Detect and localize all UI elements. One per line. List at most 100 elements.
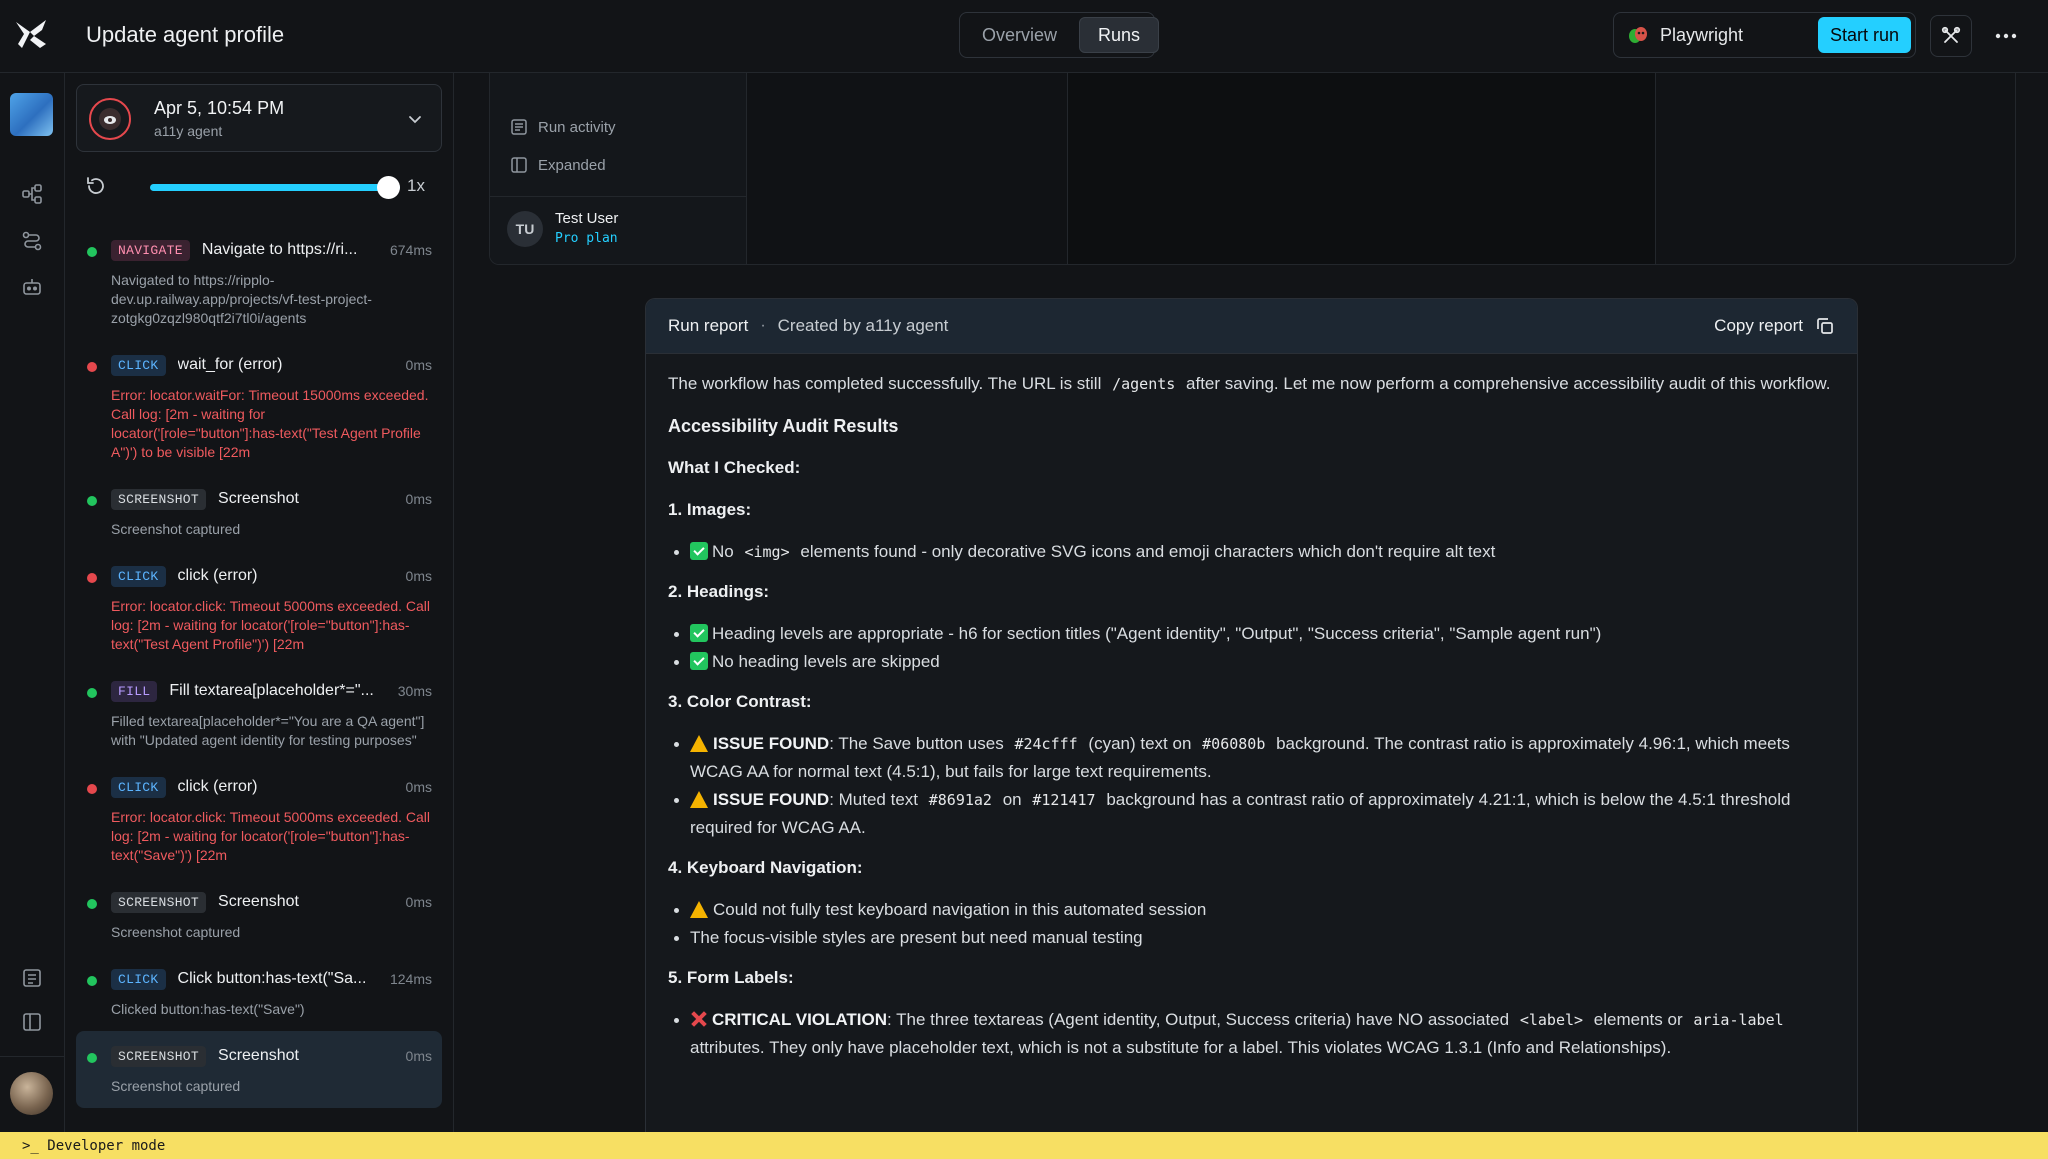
step-detail: Screenshot captured	[111, 521, 241, 537]
step-detail: Error: locator.click: Timeout 5000ms exc…	[111, 809, 431, 863]
preview-user-plan: Pro plan	[555, 231, 618, 246]
runner-selector[interactable]: Playwright Start run	[1613, 12, 1916, 58]
more-options-button[interactable]	[1988, 15, 2024, 57]
step-item[interactable]: NAVIGATE Navigate to https://ri... 674ms Na…	[76, 225, 442, 340]
step-duration: 0ms	[405, 491, 432, 507]
project-thumbnail[interactable]	[10, 93, 53, 136]
text: Could not fully test keyboard navigation…	[713, 900, 1207, 919]
step-duration: 0ms	[405, 779, 432, 795]
step-duration: 0ms	[405, 568, 432, 584]
replay-controls: 1x	[85, 173, 445, 203]
copy-icon	[1817, 318, 1833, 334]
activity-log-icon[interactable]	[21, 967, 43, 989]
report-body: The workflow has completed successfully.…	[646, 354, 1857, 1090]
report-title: Run report	[668, 316, 749, 335]
cross-icon	[690, 1010, 708, 1028]
top-bar: Update agent profile Overview Runs Playw…	[0, 0, 2048, 73]
section-form-labels: 5. Form Labels:	[668, 968, 794, 987]
step-item[interactable]: SCREENSHOT Screenshot 0ms Screenshot captur…	[76, 474, 442, 551]
heading-checked: What I Checked:	[668, 458, 801, 477]
text: The focus-visible styles are present but…	[690, 928, 1143, 947]
warning-icon	[690, 791, 708, 808]
step-status-dot	[87, 247, 97, 257]
step-item[interactable]: SCREENSHOT Screenshot 0ms Screenshot captur…	[76, 877, 442, 954]
tab-runs[interactable]: Runs	[1079, 17, 1160, 53]
step-item[interactable]: CLICK click (error) 0ms Error: locator.clic…	[76, 762, 442, 877]
run-agent-name: a11y agent	[154, 123, 223, 139]
agent-avatar-icon	[99, 108, 121, 130]
replay-progress-track[interactable]	[150, 184, 400, 191]
text: No heading levels are skipped	[712, 652, 940, 671]
step-type-badge: CLICK	[111, 354, 166, 376]
check-icon	[690, 542, 708, 560]
tools-icon	[1941, 26, 1961, 43]
app-logo-icon[interactable]	[12, 14, 52, 54]
step-name: Screenshot	[218, 1047, 299, 1064]
step-name: Click button:has-text("Sa...	[177, 970, 367, 987]
report-header: Run report · Created by a11y agent Copy …	[646, 299, 1857, 354]
step-duration: 0ms	[405, 357, 432, 373]
replay-icon[interactable]	[85, 175, 107, 197]
warning-icon	[690, 901, 708, 918]
list-item: CRITICAL VIOLATION: The three textareas …	[668, 1006, 1835, 1062]
text: elements found - only decorative SVG ico…	[800, 542, 1496, 561]
step-row: CLICK Click button:has-text("Sa... 124ms	[111, 966, 432, 992]
step-name: Screenshot	[218, 893, 299, 910]
step-item[interactable]: CLICK click (error) 0ms Error: locator.clic…	[76, 551, 442, 666]
step-name: click (error)	[177, 778, 258, 795]
step-status-dot	[87, 496, 97, 506]
step-name: Navigate to https://ri...	[201, 241, 358, 258]
playback-speed[interactable]: 1x	[407, 176, 425, 196]
view-tabs: Overview Runs	[959, 12, 1160, 58]
copy-report-label: Copy report	[1714, 316, 1803, 335]
text: No	[712, 542, 734, 561]
step-type-badge: NAVIGATE	[111, 239, 190, 261]
separator-dot: ·	[760, 317, 766, 334]
list-item: No heading levels are skipped	[668, 648, 1835, 676]
playwright-icon	[1628, 25, 1648, 45]
step-detail: Screenshot captured	[111, 924, 241, 940]
step-type-badge: SCREENSHOT	[111, 488, 207, 510]
step-item[interactable]: CLICK wait_for (error) 0ms Error: locator.w…	[76, 340, 442, 474]
user-avatar[interactable]	[10, 1072, 53, 1115]
copy-report-button[interactable]: Copy report	[1714, 316, 1835, 336]
start-run-button[interactable]: Start run	[1817, 17, 1911, 53]
step-item[interactable]: FILL Fill textarea[placeholder*="... 30ms F…	[76, 666, 442, 762]
replay-progress-handle[interactable]	[377, 176, 400, 199]
text: (cyan) text on	[1088, 734, 1192, 753]
step-row: SCREENSHOT Screenshot 0ms	[111, 486, 432, 512]
workflow-icon[interactable]	[21, 183, 43, 205]
routes-icon[interactable]	[21, 230, 43, 252]
step-status-dot	[87, 899, 97, 909]
connect-button[interactable]	[1930, 15, 1972, 57]
form-labels-list: CRITICAL VIOLATION: The three textareas …	[668, 1006, 1835, 1062]
keyboard-list: Could not fully test keyboard navigation…	[668, 896, 1835, 952]
step-status-dot	[87, 976, 97, 986]
preview-column	[747, 73, 1068, 264]
step-item[interactable]: CLICK Click button:has-text("Sa... 124ms Cl…	[76, 954, 442, 1031]
text: : Muted text	[829, 790, 919, 809]
agent-bot-icon[interactable]	[21, 276, 43, 298]
runner-label: Playwright	[1660, 24, 1744, 45]
run-selector[interactable]: Apr 5, 10:54 PM a11y agent	[76, 84, 442, 152]
inline-code: <label>	[1519, 1011, 1584, 1029]
inline-code: #06080b	[1202, 735, 1266, 753]
inline-code: /agents	[1112, 375, 1176, 393]
step-duration: 674ms	[389, 242, 432, 258]
step-status-dot	[87, 688, 97, 698]
contrast-list: ISSUE FOUND: The Save button uses #24cff…	[668, 730, 1835, 842]
section-keyboard: 4. Keyboard Navigation:	[668, 858, 863, 877]
list-item: ISSUE FOUND: Muted text #8691a2 on #1214…	[668, 786, 1835, 842]
step-item[interactable]: SCREENSHOT Screenshot 0ms Screenshot captur…	[76, 1031, 442, 1108]
sidebar-toggle-icon[interactable]	[21, 1011, 43, 1033]
developer-mode-bar[interactable]: >_ Developer mode	[0, 1132, 2048, 1159]
preview-menu-label: Expanded	[538, 156, 606, 174]
text: on	[1002, 790, 1022, 809]
inline-code: #24cfff	[1014, 735, 1078, 753]
activity-log-icon	[511, 119, 527, 135]
warning-icon	[690, 735, 708, 752]
text: Heading levels are appropriate - h6 for …	[712, 624, 1602, 643]
report-created-by: Created by a11y agent	[777, 316, 949, 335]
text: after saving. Let me now perform a compr…	[1186, 374, 1831, 393]
tab-overview[interactable]: Overview	[964, 17, 1075, 53]
